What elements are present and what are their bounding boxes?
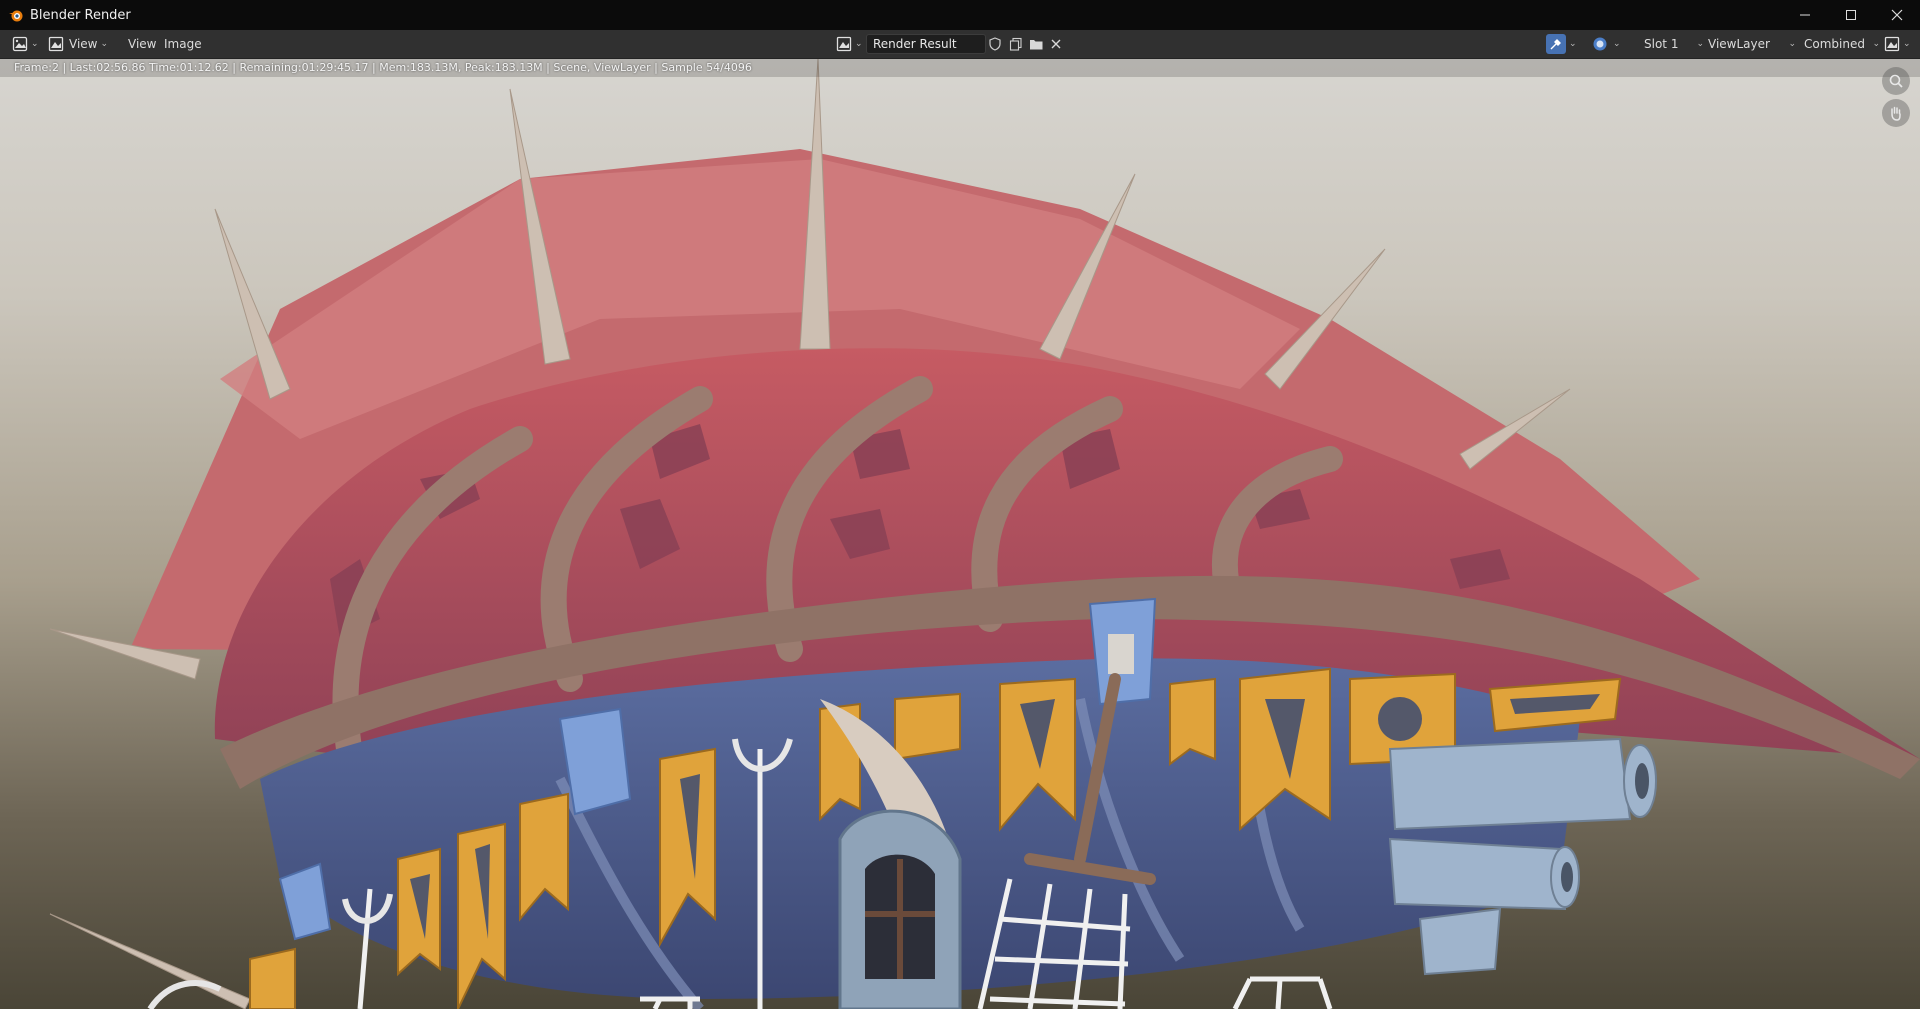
render-pass-label: Combined [1804,37,1865,51]
zoom-gizmo[interactable] [1882,67,1910,95]
new-image-icon [1009,37,1022,51]
image-editor-header: ⌄ View ⌄ View Image ⌄ Render Result ⌄ ⌄ … [0,30,1920,59]
window-titlebar: Blender Render [0,0,1920,30]
render-info-text: Frame:2 | Last:02:56.86 Time:01:12.62 | … [0,59,1920,77]
image-browse-icon [836,36,852,52]
view-layer-dropdown[interactable]: ViewLayer ⌄ [1704,34,1800,54]
sample-tool-toggle[interactable]: ⌄ [1546,34,1577,54]
fake-user-button[interactable] [985,34,1005,54]
fake-user-icon [989,37,1001,51]
display-channels-toggle[interactable]: ⌄ [1590,34,1621,54]
new-image-button[interactable] [1006,34,1026,54]
menu-view-label: View [128,37,157,51]
image-name: Render Result [873,37,957,51]
maximize-icon [1846,10,1856,20]
unlink-icon [1051,39,1061,49]
unlink-image-button[interactable] [1046,34,1066,54]
blender-logo-icon [9,10,23,22]
sample-tool-button[interactable] [1546,34,1566,54]
pan-gizmo[interactable] [1882,99,1910,127]
image-browse-dropdown[interactable]: ⌄ [836,34,866,54]
airship-render [49,59,1920,1009]
view-mode-label: View [69,37,98,51]
editor-type-dropdown[interactable]: ⌄ [10,34,40,54]
view-layer-label: ViewLayer [1708,37,1770,51]
minimize-button[interactable] [1782,0,1828,30]
display-mode-dropdown[interactable]: ⌄ [1884,34,1914,54]
display-channels-button[interactable] [1590,34,1610,54]
display-mode-icon [1884,36,1900,52]
image-name-field-wrap: Render Result [866,34,986,54]
render-viewport[interactable]: Frame:2 | Last:02:56.86 Time:01:12.62 | … [0,59,1920,1009]
pan-hand-icon [1891,106,1901,121]
menu-image[interactable]: Image [160,34,206,54]
menu-image-label: Image [164,37,202,51]
slot-dropdown[interactable]: Slot 1 ⌄ [1640,34,1708,54]
view-mode-dropdown[interactable]: View ⌄ [48,34,110,54]
window-title: Blender Render [30,7,131,23]
open-image-button[interactable] [1026,34,1046,54]
minimize-icon [1800,14,1810,16]
close-icon [1891,9,1903,21]
slot-label: Slot 1 [1644,37,1679,51]
close-window-button[interactable] [1874,0,1920,30]
sample-tool-icon [1550,39,1561,50]
view-mode-icon [48,36,64,52]
menu-view[interactable]: View [124,34,160,54]
image-name-field[interactable]: Render Result [866,34,986,54]
open-image-icon [1029,40,1042,50]
display-channels-icon [1593,37,1607,51]
zoom-icon [1889,74,1903,88]
maximize-button[interactable] [1828,0,1874,30]
render-pass-dropdown[interactable]: Combined ⌄ [1800,34,1884,54]
image-editor-icon [12,36,28,52]
